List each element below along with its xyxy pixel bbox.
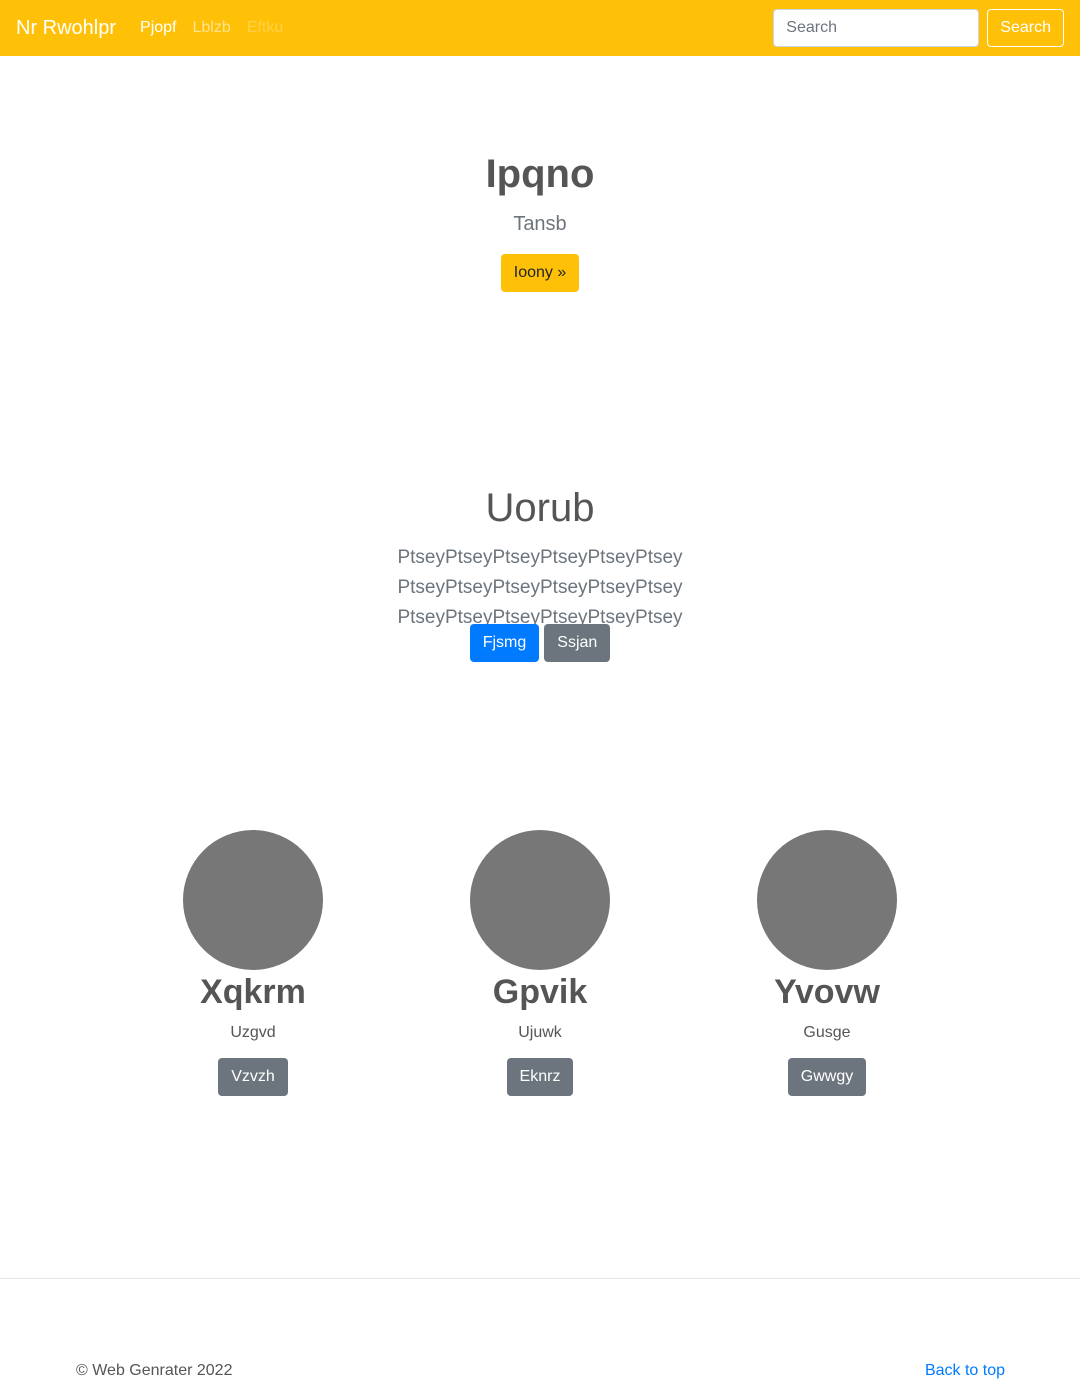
section-title: Uorub [485, 486, 595, 530]
secondary-button[interactable]: Ssjan [544, 624, 611, 662]
hero-subtitle: Tansb [513, 213, 567, 235]
nav-link-lblzb[interactable]: Lblzb [193, 19, 231, 37]
avatar-placeholder [757, 830, 897, 970]
nav-link-pjopf[interactable]: Pjopf [140, 19, 176, 37]
avatar-placeholder [470, 830, 610, 970]
search-button[interactable]: Search [987, 9, 1064, 47]
hero-title: Ipqno [485, 152, 595, 196]
section-lead: PtseyPtseyPtseyPtseyPtseyPtsey PtseyPtse… [397, 547, 683, 628]
section-button-row: Fjsmg Ssjan [0, 624, 1080, 662]
card-text: Ujuwk [518, 1024, 562, 1041]
card-button[interactable]: Gwwgy [787, 1058, 867, 1096]
avatar-placeholder [183, 830, 323, 970]
card-text: Uzgvd [230, 1024, 276, 1041]
brand-link[interactable]: Nr Rwohlpr [16, 17, 116, 40]
navbar: Nr Rwohlpr Pjopf Lblzb Eftku Search [0, 0, 1080, 56]
hero-button[interactable]: Ioony » [501, 254, 579, 292]
back-to-top-link[interactable]: Back to top [925, 1362, 1005, 1380]
card-2: Gpvik Ujuwk Eknrz [396, 830, 684, 1096]
card-title: Gpvik [492, 973, 588, 1011]
card-3: Yvovw Gusge Gwwgy [683, 830, 971, 1096]
card-button[interactable]: Vzvzh [218, 1058, 288, 1096]
footer-divider [0, 1278, 1080, 1279]
card-title: Yvovw [774, 973, 880, 1011]
nav-link-eftku: Eftku [246, 19, 284, 36]
card-1: Xqkrm Uzgvd Vzvzh [109, 830, 397, 1096]
card-button[interactable]: Eknrz [506, 1058, 574, 1096]
footer-copyright: © Web Genrater 2022 [76, 1362, 233, 1379]
search-input[interactable] [773, 9, 980, 47]
card-text: Gusge [803, 1024, 851, 1041]
primary-button[interactable]: Fjsmg [469, 624, 540, 662]
card-title: Xqkrm [200, 973, 306, 1011]
